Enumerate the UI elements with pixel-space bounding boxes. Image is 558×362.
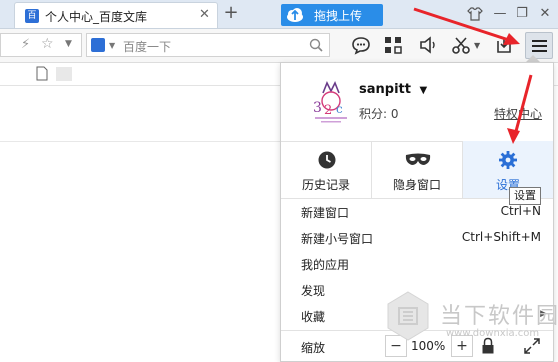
watermark-text: 当下软件园 — [440, 304, 558, 329]
arrow-to-menu-button-icon — [413, 7, 520, 45]
watermark-logo-icon — [387, 291, 429, 341]
watermark-url: www.downxia.com — [446, 328, 540, 339]
arrow-to-settings-icon — [507, 74, 533, 144]
